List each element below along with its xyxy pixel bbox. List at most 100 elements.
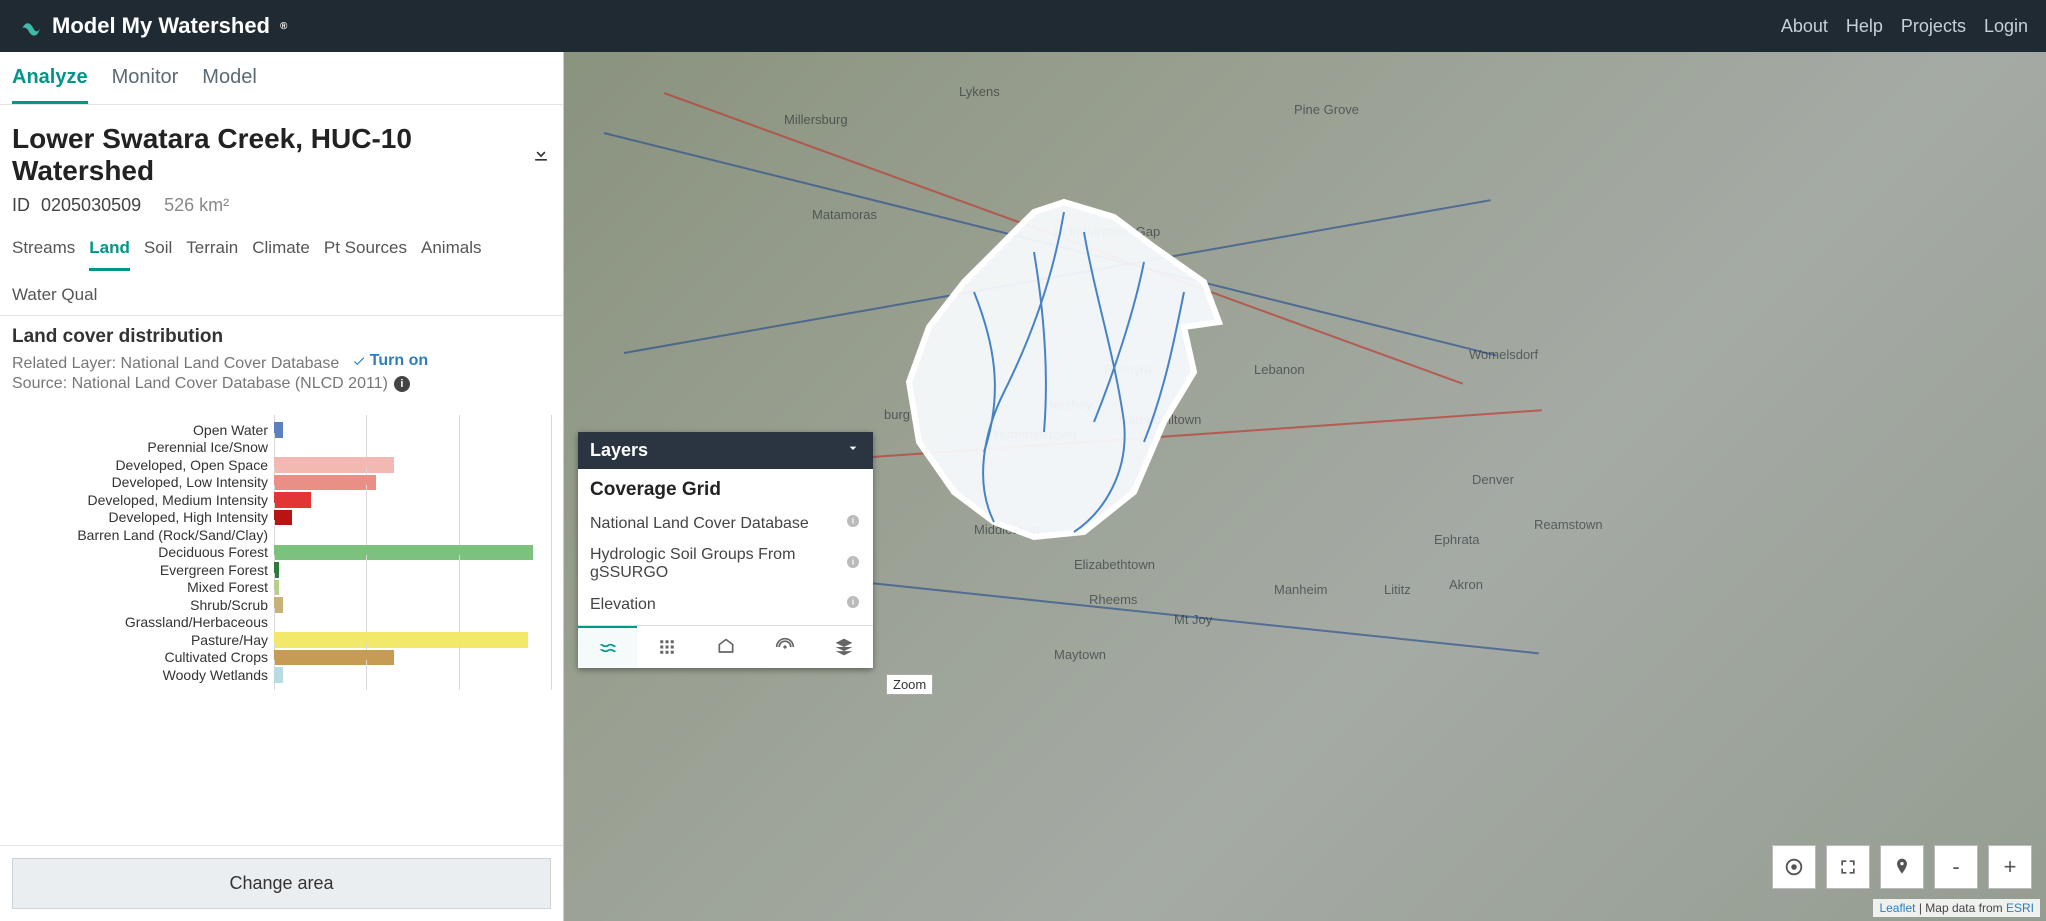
main-tabs: Analyze Monitor Model	[0, 52, 563, 105]
registered-mark: ®	[280, 21, 287, 32]
nav-help[interactable]: Help	[1846, 16, 1883, 37]
subtab-soil[interactable]: Soil	[144, 238, 172, 271]
locate-button[interactable]	[1772, 845, 1816, 889]
chart-label: Cultivated Crops	[12, 649, 274, 665]
id-label: ID	[12, 195, 30, 215]
marker-button[interactable]	[1880, 845, 1924, 889]
chart-label: Open Water	[12, 422, 274, 438]
layers-header[interactable]: Layers	[578, 432, 873, 469]
land-cover-chart: Open WaterPerennial Ice/Snow Developed, O…	[12, 421, 551, 684]
esri-link[interactable]: ESRI	[2006, 901, 2034, 915]
sidebar: Analyze Monitor Model Lower Swatara Cree…	[0, 52, 564, 921]
chart-bar	[274, 457, 394, 473]
top-nav: About Help Projects Login	[1781, 16, 2028, 37]
layer-tab-streams[interactable]	[578, 626, 637, 668]
chart-label: Evergreen Forest	[12, 562, 274, 578]
layer-tab-observations[interactable]	[755, 626, 814, 668]
layers-category-tabs	[578, 625, 873, 668]
download-icon[interactable]	[531, 144, 551, 167]
subtab-streams[interactable]: Streams	[12, 238, 75, 271]
subtab-land[interactable]: Land	[89, 238, 130, 271]
map-attribution: Leaflet | Map data from ESRI	[1873, 899, 2040, 917]
layer-item-label: National Land Cover Database	[590, 515, 809, 533]
chart-row: Perennial Ice/Snow	[12, 439, 551, 457]
chart-row: Developed, Medium Intensity	[12, 491, 551, 509]
chart-label: Developed, Low Intensity	[12, 474, 274, 490]
tab-analyze[interactable]: Analyze	[12, 66, 88, 104]
wave-icon	[18, 13, 44, 39]
turn-on-label: Turn on	[370, 352, 428, 370]
tab-model[interactable]: Model	[202, 66, 256, 104]
layer-item[interactable]: Elevation i	[578, 588, 873, 621]
svg-text:i: i	[852, 557, 854, 566]
layer-item-label: Elevation	[590, 596, 656, 614]
chart-label: Developed, High Intensity	[12, 509, 274, 525]
svg-text:i: i	[852, 598, 854, 607]
fullscreen-button[interactable]	[1826, 845, 1870, 889]
brand-text: Model My Watershed	[52, 13, 270, 39]
zoom-tooltip: Zoom	[886, 674, 933, 695]
info-icon[interactable]: i	[845, 513, 861, 534]
area-text: 526 km²	[164, 195, 229, 215]
page-title: Lower Swatara Creek, HUC-10 Watershed	[12, 123, 531, 187]
panel-heading: Land cover distribution	[12, 326, 551, 348]
chart-row: Woody Wetlands	[12, 666, 551, 684]
subtab-animals[interactable]: Animals	[421, 238, 481, 271]
layer-tab-grid[interactable]	[637, 626, 696, 668]
watershed-outline	[884, 192, 1244, 552]
chart-bar	[274, 510, 292, 526]
chart-label: Mixed Forest	[12, 579, 274, 595]
chart-row: Open Water	[12, 421, 551, 439]
turn-on-layer[interactable]: Turn on	[352, 352, 428, 370]
map[interactable]: LykensMillersburgPine GroveMatamorasFt I…	[564, 52, 2046, 921]
chart-bar	[274, 667, 283, 683]
layer-item[interactable]: Hydrologic Soil Groups From gSSURGOi	[578, 540, 873, 588]
brand[interactable]: Model My Watershed ®	[18, 13, 287, 39]
chart-label: Perennial Ice/Snow	[12, 439, 274, 455]
chart-label: Developed, Medium Intensity	[12, 492, 274, 508]
subtab-pt-sources[interactable]: Pt Sources	[324, 238, 407, 271]
leaflet-link[interactable]: Leaflet	[1879, 901, 1915, 915]
related-prefix: Related Layer:	[12, 355, 121, 372]
chart-row: Mixed Forest	[12, 579, 551, 597]
info-icon[interactable]: i	[845, 554, 861, 575]
change-area-button[interactable]: Change area	[12, 858, 551, 909]
chart-bar	[274, 632, 528, 648]
subtab-water-qual[interactable]: Water Qual	[12, 285, 97, 315]
layers-section-title: Coverage Grid	[578, 479, 873, 507]
chart-row: Developed, Open Space	[12, 456, 551, 474]
subtab-climate[interactable]: Climate	[252, 238, 310, 271]
chart-bar	[274, 597, 283, 613]
chart-row: Developed, High Intensity	[12, 509, 551, 527]
chart-label: Deciduous Forest	[12, 544, 274, 560]
nav-login[interactable]: Login	[1984, 16, 2028, 37]
nav-projects[interactable]: Projects	[1901, 16, 1966, 37]
chart-bar	[274, 650, 394, 666]
info-icon[interactable]: i	[845, 594, 861, 615]
related-layer-line: Related Layer: National Land Cover Datab…	[12, 352, 551, 373]
layers-panel: Layers Coverage Grid National Land Cover…	[578, 432, 873, 668]
chart-row: Grassland/Herbaceous	[12, 614, 551, 632]
layer-tab-boundary[interactable]	[696, 626, 755, 668]
panel-scroll[interactable]: Land cover distribution Related Layer: N…	[0, 316, 563, 845]
nav-about[interactable]: About	[1781, 16, 1828, 37]
layers-title: Layers	[590, 440, 648, 461]
chart-row: Evergreen Forest	[12, 561, 551, 579]
chart-bar	[274, 475, 376, 491]
layer-tab-basemaps[interactable]	[814, 626, 873, 668]
tab-monitor[interactable]: Monitor	[112, 66, 179, 104]
source-line: Source: National Land Cover Database (NL…	[12, 375, 410, 393]
chart-label: Barren Land (Rock/Sand/Clay)	[12, 527, 274, 543]
svg-text:i: i	[852, 517, 854, 526]
id-value: 0205030509	[41, 195, 141, 215]
title-block: Lower Swatara Creek, HUC-10 Watershed ID…	[0, 105, 563, 224]
zoom-in-button[interactable]: +	[1988, 845, 2032, 889]
layers-body[interactable]: Coverage Grid National Land Cover Databa…	[578, 469, 873, 625]
zoom-out-button[interactable]: -	[1934, 845, 1978, 889]
chart-row: Pasture/Hay	[12, 631, 551, 649]
subtab-terrain[interactable]: Terrain	[186, 238, 238, 271]
chart-label: Developed, Open Space	[12, 457, 274, 473]
info-icon[interactable]: i	[394, 376, 410, 392]
chart-bar	[274, 545, 533, 561]
layer-item[interactable]: National Land Cover Database i	[578, 507, 873, 540]
